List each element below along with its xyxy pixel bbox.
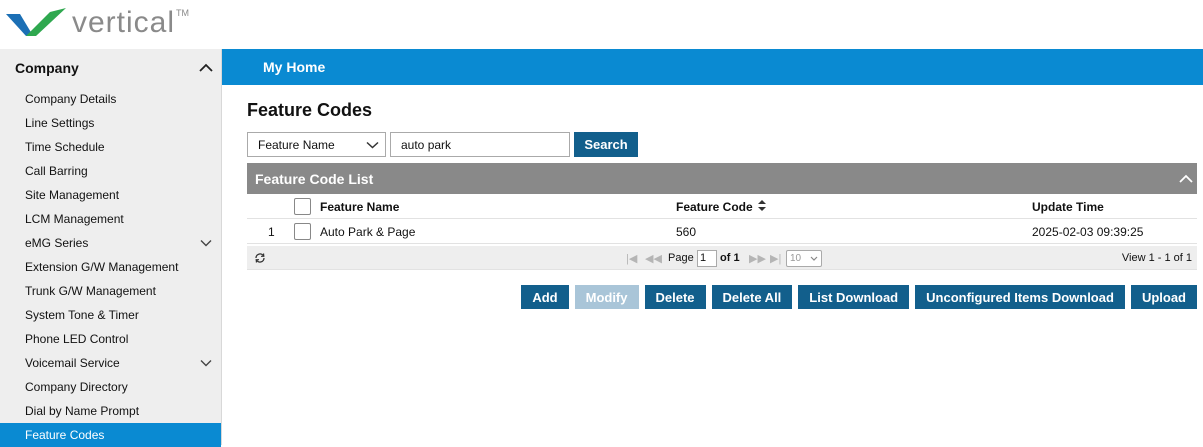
sidebar-item-company-directory[interactable]: Company Directory bbox=[0, 375, 221, 399]
sidebar-item-label: System Tone & Timer bbox=[25, 308, 139, 322]
panel-title: Feature Code List bbox=[255, 170, 374, 187]
page-of-label: of 1 bbox=[720, 252, 740, 264]
page-label: Page bbox=[668, 252, 694, 264]
sidebar-item-label: Phone LED Control bbox=[25, 332, 129, 346]
next-page-icon[interactable]: ▶▶ bbox=[749, 246, 766, 270]
chevron-up-icon[interactable] bbox=[199, 61, 213, 75]
sidebar-item-label: Feature Codes bbox=[25, 428, 105, 442]
sidebar-item-trunk-gw-management[interactable]: Trunk G/W Management bbox=[0, 279, 221, 303]
sidebar-section-company[interactable]: Company bbox=[0, 49, 221, 87]
search-field-select[interactable]: Feature Name bbox=[247, 132, 386, 157]
select-all-checkbox[interactable] bbox=[294, 198, 311, 215]
search-bar: Feature Name Search bbox=[247, 132, 638, 157]
sidebar-item-line-settings[interactable]: Line Settings bbox=[0, 111, 221, 135]
sidebar-item-feature-codes[interactable]: Feature Codes bbox=[0, 423, 221, 447]
upload-button[interactable]: Upload bbox=[1130, 285, 1197, 309]
row-checkbox[interactable] bbox=[294, 223, 311, 240]
sidebar-section-label: Company bbox=[15, 60, 79, 76]
sidebar-item-call-barring[interactable]: Call Barring bbox=[0, 159, 221, 183]
chevron-down-icon[interactable] bbox=[199, 236, 213, 250]
unconfigured-items-download-button[interactable]: Unconfigured Items Download bbox=[915, 285, 1125, 309]
sidebar-item-system-tone-timer[interactable]: System Tone & Timer bbox=[0, 303, 221, 327]
rows-per-page-value: 10 bbox=[790, 252, 802, 264]
chevron-down-icon bbox=[366, 138, 379, 152]
sidebar-item-phone-led-control[interactable]: Phone LED Control bbox=[0, 327, 221, 351]
sidebar-item-label: Extension G/W Management bbox=[25, 260, 179, 274]
sidebar: Company Company Details Line Settings Ti… bbox=[0, 49, 222, 447]
sidebar-item-lcm-management[interactable]: LCM Management bbox=[0, 207, 221, 231]
list-download-button[interactable]: List Download bbox=[798, 285, 910, 309]
sidebar-item-site-management[interactable]: Site Management bbox=[0, 183, 221, 207]
table-row[interactable]: 1 Auto Park & Page 560 2025-02-03 09:39:… bbox=[247, 219, 1197, 244]
logo-trademark: TM bbox=[176, 8, 190, 18]
sidebar-item-time-schedule[interactable]: Time Schedule bbox=[0, 135, 221, 159]
column-header-label: Feature Code bbox=[676, 199, 753, 214]
sidebar-item-label: Call Barring bbox=[25, 164, 88, 178]
delete-button[interactable]: Delete bbox=[644, 285, 706, 309]
page-title: Feature Codes bbox=[247, 100, 373, 120]
sidebar-item-extension-gw-management[interactable]: Extension G/W Management bbox=[0, 255, 221, 279]
search-field-selected: Feature Name bbox=[258, 137, 335, 152]
page-number-input[interactable]: 1 bbox=[697, 249, 717, 267]
vertical-logo: vertical TM bbox=[6, 6, 189, 40]
sidebar-item-label: Company Directory bbox=[25, 380, 128, 394]
chevron-down-icon[interactable] bbox=[199, 356, 213, 370]
pager-bar: |◀ ◀◀ Page 1 of 1 ▶▶ ▶| 10 View 1 - 1 of… bbox=[247, 246, 1197, 270]
sort-icon[interactable] bbox=[757, 199, 766, 214]
first-page-icon[interactable]: |◀ bbox=[626, 246, 637, 270]
column-header-update-time[interactable]: Update Time bbox=[1032, 194, 1104, 219]
last-page-icon[interactable]: ▶| bbox=[770, 246, 781, 270]
nav-my-home[interactable]: My Home bbox=[263, 59, 325, 75]
sidebar-item-label: Line Settings bbox=[25, 116, 95, 130]
chevron-down-icon bbox=[810, 253, 818, 264]
modify-button[interactable]: Modify bbox=[574, 285, 639, 309]
delete-all-button[interactable]: Delete All bbox=[711, 285, 793, 309]
feature-code-table: Feature Name Feature Code Update Time 1 … bbox=[247, 194, 1197, 244]
sidebar-item-label: Voicemail Service bbox=[25, 356, 120, 370]
sidebar-item-emg-series[interactable]: eMG Series bbox=[0, 231, 221, 255]
nav-bar: My Home bbox=[222, 49, 1203, 85]
collapse-icon[interactable] bbox=[1179, 172, 1193, 186]
cell-feature-code: 560 bbox=[676, 224, 697, 239]
top-bar: vertical TM bbox=[0, 0, 1203, 49]
view-range-text: View 1 - 1 of 1 bbox=[1121, 252, 1192, 264]
sidebar-item-label: Company Details bbox=[25, 92, 117, 106]
sidebar-item-label: eMG Series bbox=[25, 236, 89, 250]
cell-feature-name: Auto Park & Page bbox=[320, 224, 416, 239]
sidebar-item-dial-by-name-prompt[interactable]: Dial by Name Prompt bbox=[0, 399, 221, 423]
vertical-logo-mark bbox=[6, 8, 66, 36]
refresh-icon[interactable] bbox=[254, 246, 266, 270]
search-button[interactable]: Search bbox=[574, 132, 638, 157]
add-button[interactable]: Add bbox=[521, 285, 569, 309]
cell-update-time: 2025-02-03 09:39:25 bbox=[1032, 224, 1144, 239]
sidebar-item-label: Dial by Name Prompt bbox=[25, 404, 140, 418]
sidebar-item-company-details[interactable]: Company Details bbox=[0, 87, 221, 111]
search-input[interactable] bbox=[390, 132, 570, 157]
column-header-feature-name[interactable]: Feature Name bbox=[320, 194, 399, 219]
sidebar-item-label: LCM Management bbox=[25, 212, 124, 226]
row-index: 1 bbox=[268, 224, 275, 239]
prev-page-icon[interactable]: ◀◀ bbox=[645, 246, 662, 270]
logo-text: vertical bbox=[72, 6, 176, 39]
feature-code-list-header: Feature Code List bbox=[247, 163, 1197, 194]
sidebar-item-label: Trunk G/W Management bbox=[25, 284, 156, 298]
sidebar-item-voicemail-service[interactable]: Voicemail Service bbox=[0, 351, 221, 375]
sidebar-item-label: Site Management bbox=[25, 188, 120, 202]
sidebar-item-label: Time Schedule bbox=[25, 140, 105, 154]
action-buttons: Add Modify Delete Delete All List Downlo… bbox=[515, 285, 1197, 309]
column-header-feature-code[interactable]: Feature Code bbox=[676, 194, 766, 219]
rows-per-page-select[interactable]: 10 bbox=[786, 249, 822, 267]
table-header-row: Feature Name Feature Code Update Time bbox=[247, 194, 1197, 219]
